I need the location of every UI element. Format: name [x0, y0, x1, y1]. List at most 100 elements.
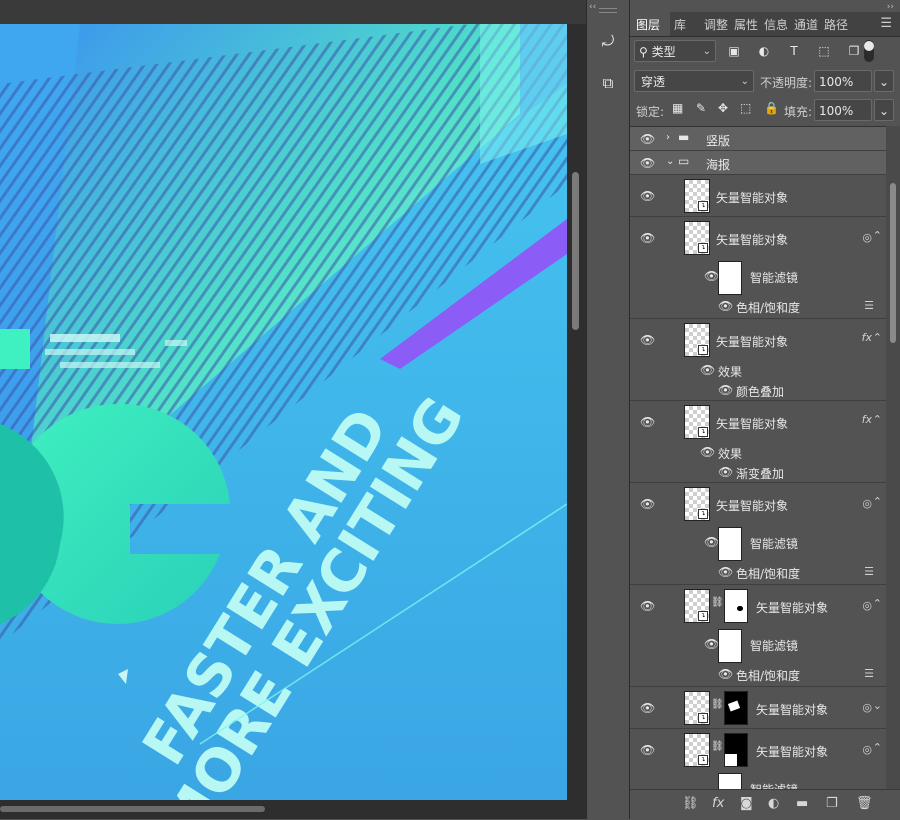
layer-comps-icon[interactable]: ⧉ [595, 70, 621, 96]
collapse-left-icon[interactable]: ‹‹ [589, 2, 596, 12]
add-style-icon[interactable]: fx [712, 796, 724, 811]
expand-chevron-icon[interactable]: › [666, 132, 670, 143]
visibility-eye-icon[interactable]: 👁 [640, 497, 655, 511]
chevron-up-icon[interactable]: ⌃ [873, 495, 882, 508]
visibility-eye-icon[interactable]: 👁 [700, 363, 715, 377]
visibility-eye-icon[interactable]: 👁 [718, 565, 733, 579]
visibility-eye-icon[interactable]: 👁 [640, 132, 655, 146]
history-panel-icon[interactable]: ⤾ [595, 28, 621, 54]
panel-menu-icon[interactable]: ☰ [880, 16, 892, 31]
visibility-eye-icon[interactable]: 👁 [718, 465, 733, 479]
layer-row[interactable]: 👁 ↴ ⛓ 矢量智能对象 ◎ ⌄ [630, 687, 886, 729]
collapse-chevron-icon[interactable]: ⌄ [666, 156, 674, 167]
filter-options-icon[interactable]: ☰ [864, 299, 874, 312]
effects-row[interactable]: 👁 效果 [630, 361, 886, 381]
layer-row[interactable]: 👁 ↴ 矢量智能对象 fx ⌃ [630, 319, 886, 361]
canvas-vertical-scrollbar[interactable] [567, 24, 586, 800]
visibility-eye-icon[interactable]: 👁 [640, 743, 655, 757]
chevron-up-icon[interactable]: ⌃ [873, 597, 882, 610]
layer-group-row[interactable]: 👁 › ▬ 竖版 [630, 127, 886, 151]
visibility-eye-icon[interactable]: 👁 [704, 637, 719, 651]
visibility-eye-icon[interactable]: 👁 [718, 299, 733, 313]
filter-effect-row[interactable]: 👁 色相/饱和度 ☰ [630, 295, 886, 319]
chevron-down-icon[interactable]: ⌄ [873, 699, 882, 712]
layers-scrollbar[interactable] [886, 126, 900, 789]
lock-position-icon[interactable]: ✥ [718, 101, 728, 115]
visibility-eye-icon[interactable]: 👁 [700, 445, 715, 459]
fill-dropdown[interactable]: ⌄ [874, 99, 894, 121]
visibility-eye-icon[interactable]: 👁 [718, 667, 733, 681]
add-mask-icon[interactable]: ◙ [740, 796, 753, 811]
shape-filter-icon[interactable]: ⬚ [816, 42, 832, 60]
fill-field[interactable]: 100% [814, 99, 872, 121]
lock-transparent-icon[interactable]: ▦ [672, 101, 683, 115]
tab-properties[interactable]: 属性 [734, 16, 758, 33]
smart-filter-row[interactable]: 👁 智能滤镜 [630, 627, 886, 663]
link-icon[interactable]: ⛓ [711, 597, 724, 608]
scroll-thumb[interactable] [572, 172, 579, 330]
layer-row[interactable]: 👁 ↴ ⛓ 矢量智能对象 ◎ ⌃ [630, 729, 886, 771]
adjustment-filter-icon[interactable]: ◐ [756, 42, 772, 60]
lock-all-icon[interactable]: 🔒 [764, 101, 779, 115]
tab-channels[interactable]: 通道 [794, 16, 818, 33]
blend-mode-select[interactable]: 穿透 ⌄ [634, 70, 754, 92]
smart-filter-row[interactable]: 智能滤镜 [630, 771, 886, 790]
layer-row[interactable]: 👁 ↴ 矢量智能对象 fx ⌃ [630, 401, 886, 443]
tab-libraries[interactable]: 库 [674, 16, 686, 33]
tab-info[interactable]: 信息 [764, 16, 788, 33]
collapse-right-icon[interactable]: ›› [887, 2, 894, 12]
link-icon[interactable]: ⛓ [711, 699, 724, 710]
visibility-eye-icon[interactable]: 👁 [640, 231, 655, 245]
filter-kind-select[interactable]: ⚲ 类型 ⌄ [634, 40, 716, 62]
visibility-eye-icon[interactable]: 👁 [640, 156, 655, 170]
filter-effect-row[interactable]: 👁 色相/饱和度 ☰ [630, 561, 886, 585]
pixel-filter-icon[interactable]: ▣ [726, 42, 742, 60]
tab-layers[interactable]: 图层 [636, 16, 660, 33]
layer-group-row[interactable]: 👁 ⌄ ▭ 海报 [630, 151, 886, 175]
layer-row[interactable]: 👁 ↴ ⛓ 矢量智能对象 ◎ ⌃ [630, 585, 886, 627]
type-filter-icon[interactable]: T [786, 42, 802, 60]
visibility-eye-icon[interactable]: 👁 [640, 701, 655, 715]
scroll-thumb[interactable] [0, 806, 265, 812]
chevron-up-icon[interactable]: ⌃ [873, 741, 882, 754]
canvas-horizontal-scrollbar[interactable] [0, 800, 586, 819]
scroll-thumb[interactable] [890, 183, 896, 343]
document-canvas[interactable]: FASTER AND MORE EXCITING [0, 24, 567, 800]
effects-row[interactable]: 👁 效果 [630, 443, 886, 463]
visibility-eye-icon[interactable]: 👁 [640, 189, 655, 203]
new-adjustment-icon[interactable]: ◐ [768, 796, 779, 811]
visibility-eye-icon[interactable]: 👁 [640, 415, 655, 429]
new-layer-icon[interactable]: ❐ [826, 796, 838, 811]
link-layers-icon[interactable]: ⛓ [682, 796, 699, 811]
delete-layer-icon[interactable]: 🗑 [856, 796, 873, 811]
tab-adjustments[interactable]: 调整 [704, 16, 728, 33]
filter-options-icon[interactable]: ☰ [864, 667, 874, 680]
smart-filter-row[interactable]: 👁 智能滤镜 [630, 259, 886, 295]
tab-paths[interactable]: 路径 [824, 16, 848, 33]
link-icon[interactable]: ⛓ [711, 741, 724, 752]
filter-options-icon[interactable]: ☰ [864, 565, 874, 578]
layer-row[interactable]: 👁 ↴ 矢量智能对象 [630, 175, 886, 217]
filter-effect-row[interactable]: 👁 色相/饱和度 ☰ [630, 663, 886, 687]
chevron-up-icon[interactable]: ⌃ [873, 331, 882, 344]
visibility-eye-icon[interactable]: 👁 [704, 269, 719, 283]
new-group-icon[interactable]: ▬ [796, 796, 808, 811]
opacity-dropdown[interactable]: ⌄ [874, 70, 894, 92]
filter-toggle[interactable] [864, 40, 874, 62]
smart-filter-row[interactable]: 👁 智能滤镜 [630, 525, 886, 561]
chevron-up-icon[interactable]: ⌃ [873, 413, 882, 426]
grip-icon[interactable] [599, 8, 617, 13]
visibility-eye-icon[interactable]: 👁 [640, 333, 655, 347]
smart-object-filter-icon[interactable]: ❐ [846, 42, 862, 60]
visibility-eye-icon[interactable]: 👁 [718, 383, 733, 397]
effect-item-row[interactable]: 👁 渐变叠加 [630, 463, 886, 483]
lock-pixels-icon[interactable]: ✎ [696, 101, 706, 115]
opacity-field[interactable]: 100% [814, 70, 872, 92]
effect-item-row[interactable]: 👁 颜色叠加 [630, 381, 886, 401]
canvas-area[interactable]: FASTER AND MORE EXCITING [0, 0, 586, 819]
chevron-up-icon[interactable]: ⌃ [873, 229, 882, 242]
visibility-eye-icon[interactable]: 👁 [640, 599, 655, 613]
layer-row[interactable]: 👁 ↴ 矢量智能对象 ◎ ⌃ [630, 483, 886, 525]
layer-row[interactable]: 👁 ↴ 矢量智能对象 ◎ ⌃ [630, 217, 886, 259]
lock-artboard-icon[interactable]: ⬚ [740, 101, 751, 115]
